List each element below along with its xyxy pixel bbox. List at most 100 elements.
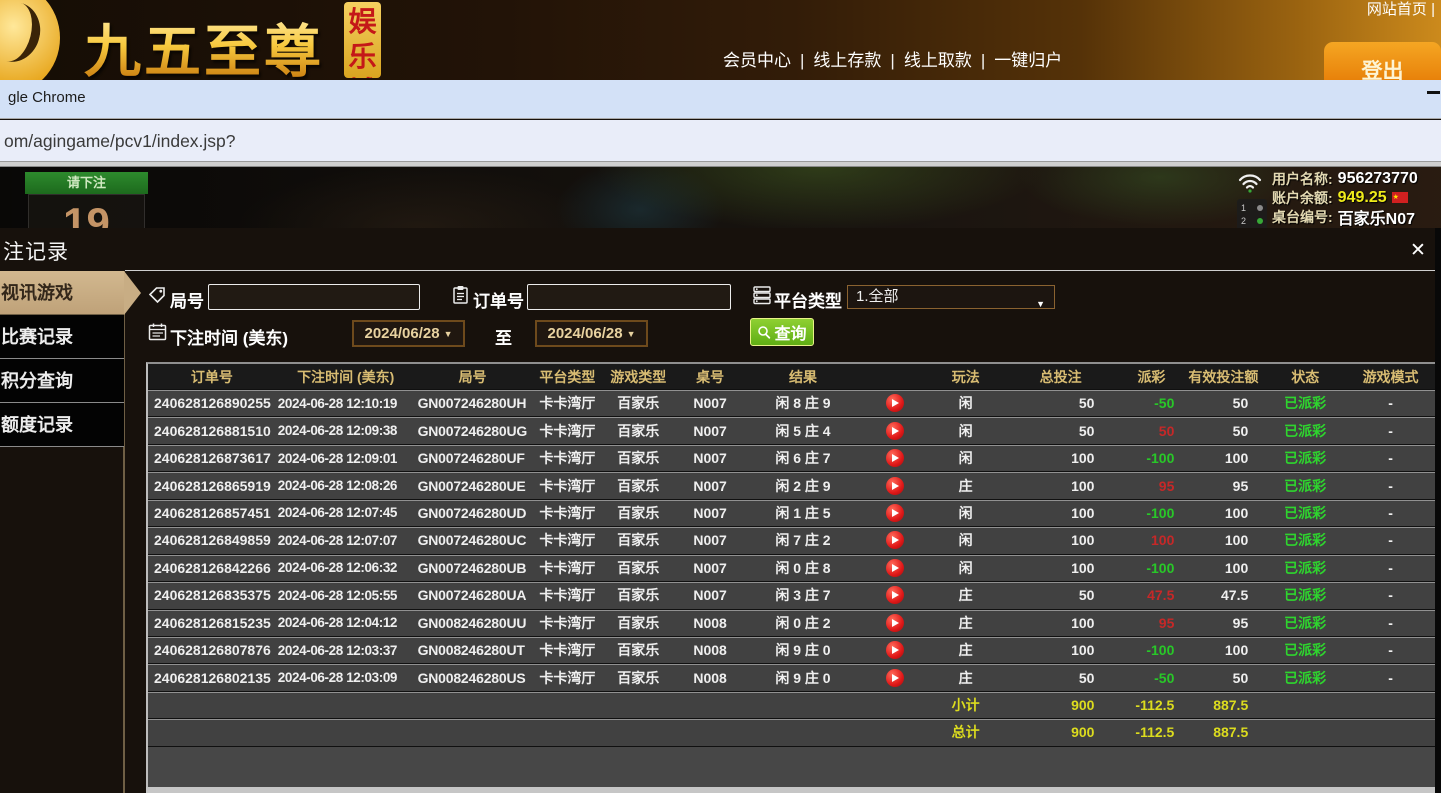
table-row: 2406281268815102024-06-28 12:09:38GN0072… [148, 417, 1435, 444]
sidebar-item[interactable]: 积分查询 [0, 359, 124, 403]
cell-time [276, 692, 414, 718]
cell-payout: -100 [1120, 500, 1182, 526]
replay-button[interactable] [886, 394, 904, 412]
cell-round: GN007246280UB [414, 555, 532, 581]
nav-item[interactable]: 线上存款 [813, 51, 881, 70]
nav-separator: | [890, 51, 894, 70]
cell-result: 闲 9 庄 0 [747, 664, 859, 690]
cell-valid: 95 [1182, 472, 1264, 498]
cell-tableNo [673, 719, 747, 745]
replay-button[interactable] [886, 504, 904, 522]
cell-bet: 闲 [931, 555, 1001, 581]
replay-button[interactable] [886, 586, 904, 604]
replay-button[interactable] [886, 669, 904, 687]
cell-status: 已派彩 [1264, 610, 1346, 636]
close-icon[interactable]: ✕ [1410, 239, 1426, 262]
minimize-icon[interactable] [1427, 91, 1440, 94]
chevron-down-icon: ▼ [627, 329, 636, 339]
cell-payout: -50 [1120, 390, 1182, 416]
screen: 九五至尊 娱乐城 网站首页 | 会员中心|线上存款|线上取款|一键归户 登出 g… [0, 0, 1441, 793]
replay-button[interactable] [886, 531, 904, 549]
nav-item[interactable]: 一键归户 [994, 51, 1062, 70]
cell-payout: 100 [1120, 527, 1182, 553]
cell-platform: 卡卡湾厅 [531, 610, 603, 636]
cell-result: 结果 [747, 364, 859, 389]
cell-mode: - [1346, 664, 1435, 690]
cell-order: 240628126873617 [148, 445, 276, 471]
replay-button[interactable] [886, 449, 904, 467]
replay-button[interactable] [886, 641, 904, 659]
cell-game: 百家乐 [603, 472, 673, 498]
cell-platform: 卡卡湾厅 [531, 527, 603, 553]
cell-tableNo: N007 [673, 472, 747, 498]
sidebar-item[interactable]: 比赛记录 [0, 315, 124, 359]
search-icon [757, 325, 771, 339]
cell-status: 已派彩 [1264, 417, 1346, 443]
cell-mode: - [1346, 445, 1435, 471]
chevron-down-icon: ▼ [1036, 293, 1045, 315]
cell-valid: 95 [1182, 610, 1264, 636]
platform-type-select[interactable]: 1.全部 ▼ [847, 285, 1055, 309]
play-icon [892, 509, 899, 517]
order-id-input[interactable] [527, 284, 731, 310]
site-logo[interactable]: 九五至尊 [84, 6, 324, 88]
user-name-value: 956273770 [1338, 170, 1418, 188]
nav-item[interactable]: 会员中心 [723, 51, 791, 70]
top-nav: 会员中心|线上存款|线上取款|一键归户 [723, 46, 1062, 71]
table-number-label: 桌台编号: [1272, 207, 1333, 227]
chevron-down-icon: ▼ [444, 329, 453, 339]
cell-time: 2024-06-28 12:10:19 [276, 390, 414, 416]
search-button-label: 查询 [774, 320, 806, 344]
bet-records-modal: 注记录 ✕ 视讯游戏比赛记录积分查询额度记录 局号 订单号 平台类型 1 [0, 228, 1441, 793]
nav-item[interactable]: 线上取款 [904, 51, 972, 70]
cell-payout: 95 [1120, 610, 1182, 636]
cell-valid: 50 [1182, 417, 1264, 443]
play-icon [892, 674, 899, 682]
cell-bet: 闲 [931, 445, 1001, 471]
cell-platform: 卡卡湾厅 [531, 417, 603, 443]
cell-total: 100 [1001, 637, 1121, 663]
cell-total: 100 [1001, 472, 1121, 498]
replay-button[interactable] [886, 422, 904, 440]
road-marker: 1 2 [1237, 199, 1267, 228]
cell-total: 总投注 [1001, 364, 1121, 389]
browser-urlbar[interactable]: om/agingame/pcv1/index.jsp? [0, 120, 1441, 161]
wifi-icon [1237, 171, 1263, 193]
home-link[interactable]: 网站首页 | [1367, 0, 1435, 19]
cell-total: 50 [1001, 417, 1121, 443]
date-to-select[interactable]: 2024/06/28 ▼ [535, 320, 648, 347]
cell-round: GN008246280UU [414, 610, 532, 636]
browser-titlebar[interactable]: gle Chrome [0, 80, 1441, 119]
cell-bet: 闲 [931, 500, 1001, 526]
user-name-label: 用户名称: [1272, 169, 1333, 189]
cell-game [603, 719, 673, 745]
play-icon [892, 646, 899, 654]
replay-button[interactable] [886, 614, 904, 632]
search-button[interactable]: 查询 [750, 318, 814, 346]
cell-play [859, 664, 931, 690]
round-id-input[interactable] [208, 284, 420, 310]
replay-button[interactable] [886, 559, 904, 577]
cell-platform [531, 719, 603, 745]
cell-game: 百家乐 [603, 664, 673, 690]
sidebar-item[interactable]: 视讯游戏 [0, 271, 124, 315]
cell-status: 已派彩 [1264, 637, 1346, 663]
cell-game: 百家乐 [603, 637, 673, 663]
account-panel: 用户名称: 956273770 账户余额: 949.25 ★ 桌台编号: 百家乐… [1272, 169, 1418, 226]
cell-status: 状态 [1264, 364, 1346, 389]
url-text[interactable]: om/agingame/pcv1/index.jsp? [4, 131, 236, 152]
table-empty-area [148, 747, 1435, 787]
cell-game [603, 692, 673, 718]
date-from-select[interactable]: 2024/06/28 ▼ [352, 320, 465, 347]
replay-button[interactable] [886, 477, 904, 495]
cell-time: 2024-06-28 12:03:37 [276, 637, 414, 663]
cell-tableNo: N007 [673, 582, 747, 608]
cell-tableNo: N008 [673, 610, 747, 636]
cell-total: 50 [1001, 582, 1121, 608]
sidebar-item[interactable]: 额度记录 [0, 403, 124, 447]
marker-2: 2 [1241, 216, 1246, 226]
logout-button[interactable]: 登出 [1324, 42, 1441, 80]
platform-list-icon [752, 285, 772, 305]
cell-time: 2024-06-28 12:06:32 [276, 555, 414, 581]
cell-round: GN007246280UC [414, 527, 532, 553]
